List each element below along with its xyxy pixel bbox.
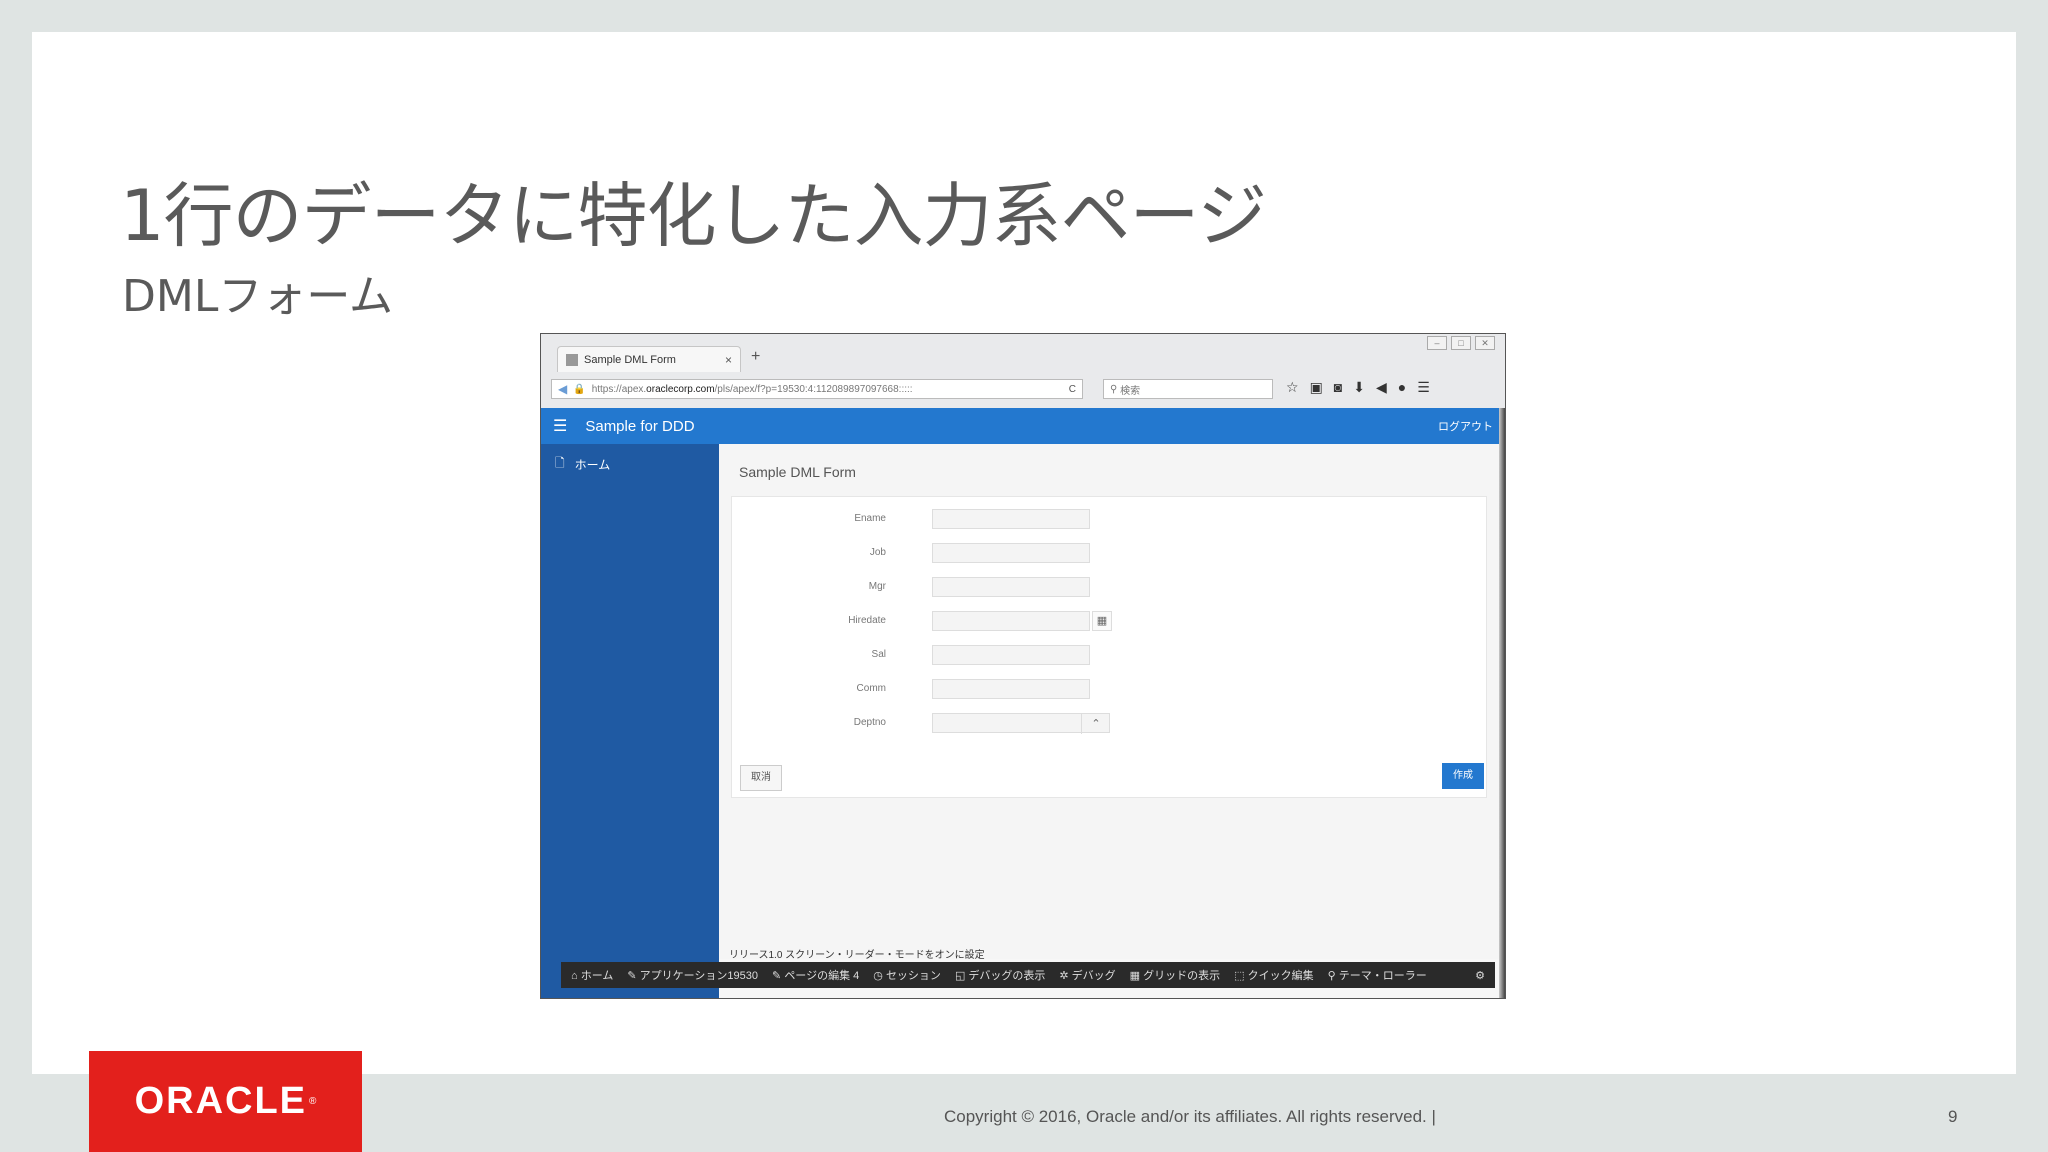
- job-input[interactable]: [932, 543, 1090, 563]
- new-tab-button[interactable]: +: [751, 348, 760, 366]
- oracle-logo: ORACLE ®: [89, 1051, 362, 1152]
- devbar-show-grid[interactable]: ▦ グリッドの表示: [1130, 967, 1220, 983]
- lock-icon: 🔒: [573, 383, 586, 395]
- devbar-theme-roller[interactable]: ⚲ テーマ・ローラー: [1328, 967, 1427, 983]
- slide-subtitle: DMLフォーム: [122, 271, 394, 322]
- tab-title: Sample DML Form: [584, 353, 676, 366]
- browser-chrome: – □ ✕ Sample DML Form × + ◀ 🔒 https://ap…: [541, 334, 1505, 409]
- devbar-view-debug[interactable]: ◱ デバッグの表示: [955, 967, 1045, 983]
- devbar-session[interactable]: ◷ セッション: [873, 967, 941, 983]
- mgr-label: Mgr: [868, 581, 886, 592]
- deptno-label: Deptno: [853, 717, 886, 728]
- nav-item-label: ホーム: [574, 458, 611, 472]
- back-arrow-icon[interactable]: ◀: [558, 382, 567, 396]
- gear-icon[interactable]: ⚙: [1475, 969, 1485, 982]
- favicon-icon: [566, 353, 578, 366]
- clipboard-icon[interactable]: ▣: [1310, 379, 1323, 396]
- devbar-edit-page[interactable]: ✎ ページの編集 4: [772, 967, 859, 983]
- comm-input[interactable]: [932, 679, 1090, 699]
- form-row-ename: Ename: [732, 509, 1486, 531]
- copyright-notice: Copyright © 2016, Oracle and/or its affi…: [944, 1107, 1436, 1126]
- pocket-icon[interactable]: ◙: [1334, 379, 1342, 396]
- page-icon: 🗋: [555, 456, 565, 470]
- mgr-input[interactable]: [932, 577, 1090, 597]
- form-row-comm: Comm: [732, 679, 1486, 701]
- maximize-icon[interactable]: □: [1451, 336, 1471, 350]
- window-controls: – □ ✕: [1427, 336, 1495, 350]
- ename-input[interactable]: [932, 509, 1090, 529]
- sal-label: Sal: [871, 649, 886, 660]
- side-navigation: 🗋 ホーム: [541, 444, 719, 998]
- hiredate-input[interactable]: [932, 611, 1090, 631]
- download-icon[interactable]: ⬇: [1353, 379, 1365, 396]
- tab-close-icon[interactable]: ×: [725, 353, 732, 367]
- registered-mark: ®: [309, 1096, 317, 1107]
- search-icon: ⚲: [1110, 383, 1121, 395]
- url-prefix: https://apex.: [591, 383, 647, 395]
- developer-toolbar: ⌂ ホーム ✎ アプリケーション19530 ✎ ページの編集 4 ◷ セッション…: [561, 962, 1495, 988]
- debug-view-icon: ◱: [954, 970, 969, 982]
- ename-label: Ename: [854, 513, 886, 524]
- devbar-debug[interactable]: ✲ デバッグ: [1059, 967, 1115, 983]
- browser-tab[interactable]: Sample DML Form ×: [557, 346, 741, 372]
- url-domain: oraclecorp.com: [646, 383, 715, 395]
- job-label: Job: [869, 547, 886, 558]
- form-row-mgr: Mgr: [732, 577, 1486, 599]
- send-icon[interactable]: ◀: [1376, 379, 1387, 396]
- chat-icon[interactable]: ●: [1398, 379, 1406, 396]
- deptno-select[interactable]: ⌃: [932, 713, 1110, 734]
- edit-page-icon: ✎: [772, 970, 785, 982]
- cursor-icon: ⬚: [1234, 970, 1248, 982]
- form-row-deptno: Deptno ⌃: [732, 713, 1486, 735]
- edit-icon: ✎: [627, 970, 640, 982]
- browser-screenshot: – □ ✕ Sample DML Form × + ◀ 🔒 https://ap…: [540, 333, 1506, 999]
- reload-icon[interactable]: C: [1069, 384, 1076, 395]
- devbar-home[interactable]: ⌂ ホーム: [571, 967, 613, 983]
- calendar-icon[interactable]: ▦: [1092, 611, 1112, 631]
- region-title: Sample DML Form: [739, 464, 856, 480]
- search-input[interactable]: ⚲ 検索: [1103, 379, 1273, 399]
- form-row-job: Job: [732, 543, 1486, 565]
- search-placeholder: 検索: [1120, 385, 1141, 397]
- app-name[interactable]: Sample for DDD: [585, 418, 694, 435]
- grid-icon: ▦: [1129, 970, 1144, 982]
- nav-toggle-icon[interactable]: ☰: [553, 416, 567, 436]
- comm-label: Comm: [856, 683, 886, 694]
- logout-link[interactable]: ログアウト: [1438, 418, 1493, 434]
- star-icon[interactable]: ☆: [1286, 379, 1299, 396]
- clock-icon: ◷: [873, 970, 886, 982]
- paint-roller-icon: ⚲: [1327, 970, 1339, 982]
- url-path: /pls/apex/f?p=19530:4:112089897097668:::…: [714, 383, 913, 395]
- bug-icon: ✲: [1059, 970, 1072, 982]
- release-info[interactable]: リリース1.0 スクリーン・リーダー・モードをオンに設定: [729, 946, 985, 961]
- devbar-application[interactable]: ✎ アプリケーション19530: [627, 967, 758, 983]
- sal-input[interactable]: [932, 645, 1090, 665]
- logo-text: ORACLE: [134, 1080, 308, 1122]
- minimize-icon[interactable]: –: [1427, 336, 1447, 350]
- slide: 1行のデータに特化した入力系ページ DMLフォーム – □ ✕ Sample D…: [32, 32, 2016, 1074]
- screenshot-shadow: [1499, 408, 1505, 998]
- main-content: Sample DML Form Ename Job Mgr Hiredate ▦…: [719, 444, 1505, 959]
- chevron-up-icon[interactable]: ⌃: [1081, 714, 1110, 734]
- form-region: Ename Job Mgr Hiredate ▦ Sal Comm Deptno…: [731, 496, 1487, 798]
- form-row-hiredate: Hiredate ▦: [732, 611, 1486, 633]
- hamburger-menu-icon[interactable]: ☰: [1417, 379, 1430, 396]
- home-icon: ⌂: [571, 970, 581, 982]
- url-bar[interactable]: ◀ 🔒 https://apex. oraclecorp.com/pls/apex…: [551, 379, 1083, 399]
- app-header: ☰ Sample for DDD ログアウト: [541, 408, 1505, 444]
- slide-title: 1行のデータに特化した入力系ページ: [120, 175, 1267, 257]
- hiredate-label: Hiredate: [848, 615, 886, 626]
- form-row-sal: Sal: [732, 645, 1486, 667]
- create-button[interactable]: 作成: [1442, 763, 1484, 789]
- browser-toolbar: ☆ ▣ ◙ ⬇ ◀ ● ☰: [1286, 379, 1430, 396]
- cancel-button[interactable]: 取消: [740, 765, 782, 791]
- devbar-quick-edit[interactable]: ⬚ クイック編集: [1234, 967, 1313, 983]
- nav-item-home[interactable]: 🗋 ホーム: [555, 454, 610, 475]
- page-number: 9: [1948, 1107, 1958, 1126]
- close-icon[interactable]: ✕: [1475, 336, 1495, 350]
